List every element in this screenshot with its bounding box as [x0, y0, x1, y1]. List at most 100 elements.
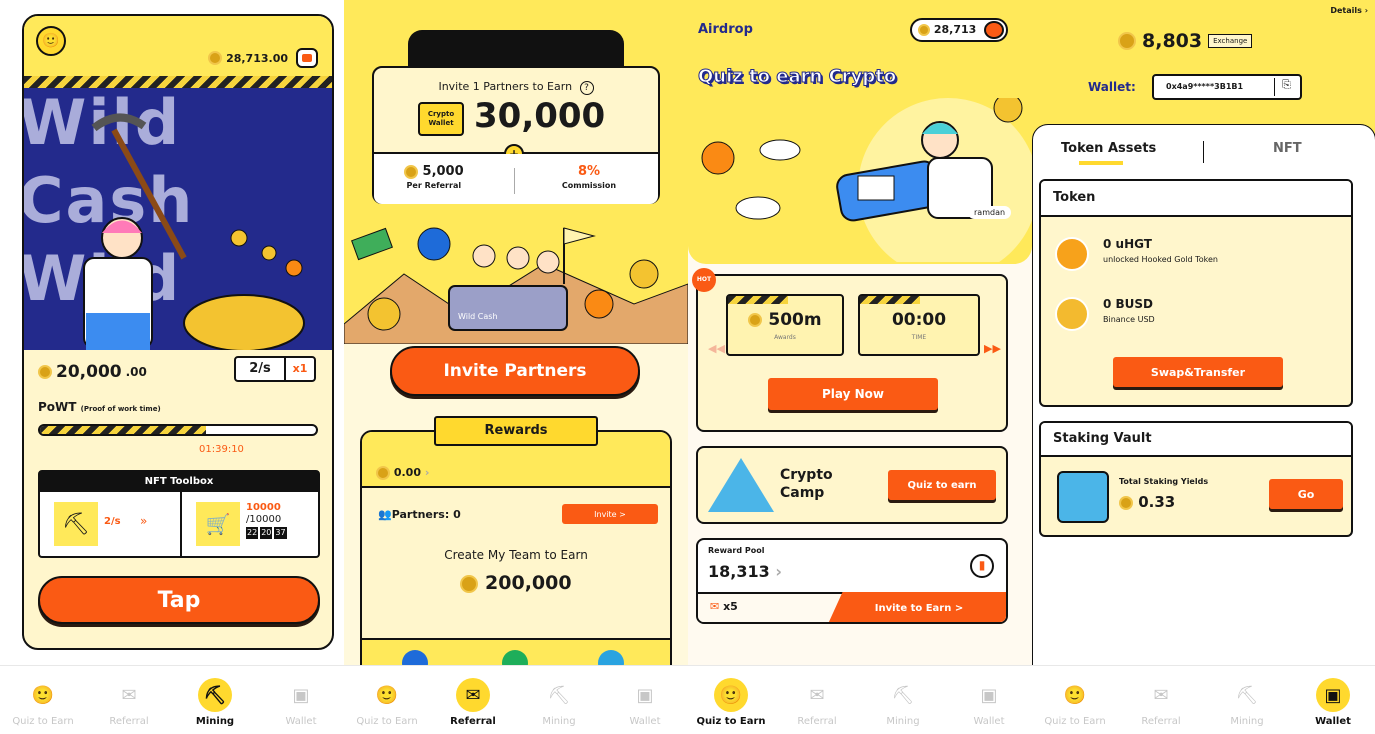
partners-illustration	[344, 227, 688, 344]
avatar[interactable]: 🙂	[36, 26, 66, 56]
invite-card: Invite 1 Partners to Earn ? Crypto Walle…	[372, 66, 660, 204]
nav-wallet-icon: ▣	[1316, 678, 1350, 712]
airdrop-label[interactable]: Airdrop	[698, 22, 753, 37]
per-referral: 5,000 Per Referral	[404, 164, 464, 190]
play-now-button[interactable]: Play Now	[768, 378, 938, 410]
nav-mining[interactable]: ⛏ Mining	[172, 666, 258, 734]
token-row[interactable]: 0 uHGT unlocked Hooked Gold Token	[1055, 233, 1335, 283]
time-box: 00:00 TIME	[858, 294, 980, 356]
nav-label: Quiz to Earn	[12, 716, 74, 727]
minecart-icon[interactable]: 🛒	[196, 502, 240, 546]
mining-hero: Wild Cash Wild	[24, 88, 332, 350]
powt-label: PoWT (Proof of work time)	[38, 400, 161, 414]
nav-label: Referral	[450, 716, 496, 727]
nav-wallet[interactable]: ▣ Wallet	[946, 666, 1032, 734]
nav-quiz-to-earn[interactable]: 🙂 Quiz to Earn	[0, 666, 86, 734]
arrow-right-icon: ▶▶	[984, 342, 1001, 355]
referral-screen: Invite 1 Partners to Earn ? Crypto Walle…	[344, 0, 688, 665]
invite-amount: 30,000	[474, 96, 606, 136]
nav-label: Wallet	[285, 716, 317, 727]
hot-badge: HOT	[692, 268, 716, 292]
swap-transfer-button[interactable]: Swap&Transfer	[1113, 357, 1283, 387]
nav-quiz-to-earn-icon: 🙂	[714, 678, 748, 712]
nav-label: Mining	[1230, 716, 1264, 727]
copy-icon[interactable]: ⎘	[1274, 78, 1298, 96]
powt-progress	[38, 424, 318, 436]
tent-icon	[708, 458, 774, 512]
bottom-navigation: 🙂 Quiz to Earn ✉ Referral ⛏ Mining ▣ Wallet 🙂 Qui…	[0, 665, 1375, 733]
nav-label: Wallet	[629, 716, 661, 727]
nav-label: Wallet	[1315, 716, 1351, 727]
tab-nft[interactable]: NFT	[1273, 141, 1302, 156]
coin-icon	[918, 24, 930, 36]
nav-label: Referral	[109, 716, 149, 727]
nav-wallet[interactable]: ▣ Wallet	[258, 666, 344, 734]
ticket-count: ✉ x5	[710, 600, 738, 613]
details-link[interactable]: Details ›	[1330, 6, 1368, 15]
nav-referral[interactable]: ✉ Referral	[86, 666, 172, 734]
tap-button[interactable]: Tap	[38, 576, 320, 624]
nav-mining[interactable]: ⛏ Mining	[516, 666, 602, 734]
powt-timer: 01:39:10	[199, 444, 244, 455]
invite-to-earn-button[interactable]: Invite to Earn >	[828, 592, 1006, 622]
staking-vault-card: Staking Vault Total Staking Yields 0.33 …	[1039, 421, 1353, 537]
crypto-wallet-badge: Crypto Wallet	[418, 102, 464, 136]
reward-pool-card: Reward Pool 18,313 › ▮ ✉ x5 Invite to Ea…	[696, 538, 1008, 624]
wallet-label: Wallet:	[1088, 80, 1136, 94]
token-icon	[1055, 237, 1089, 271]
nav-referral-icon: ✉	[809, 684, 825, 706]
awards-box: 500m Awards	[726, 294, 844, 356]
mining-screen: 🙂 28,713.00 Wild Cash Wild	[0, 0, 344, 665]
nav-mining-icon: ⛏	[198, 678, 232, 712]
nav-wallet[interactable]: ▣ Wallet	[1290, 666, 1375, 734]
nav-mining[interactable]: ⛏ Mining	[1204, 666, 1290, 734]
token-amount: 0 uHGT	[1103, 237, 1152, 251]
nav-quiz-to-earn[interactable]: 🙂 Quiz to Earn	[688, 666, 774, 734]
nav-quiz-to-earn[interactable]: 🙂 Quiz to Earn	[344, 666, 430, 734]
invite-small-button[interactable]: Invite >	[562, 504, 658, 524]
exchange-button[interactable]: Exchange	[1208, 34, 1253, 48]
wallet-icon[interactable]	[984, 21, 1005, 39]
yields-label: Total Staking Yields	[1119, 477, 1209, 486]
nav-label: Referral	[1141, 716, 1181, 727]
nft-toolbox: NFT Toolbox ⛏ 2/s » 🛒 10000 /10000 22 20…	[38, 470, 320, 558]
vault-icon	[1057, 471, 1109, 523]
envelope-icon: ✉	[710, 600, 720, 613]
quiz-to-earn-button[interactable]: Quiz to earn	[888, 470, 996, 500]
chart-icon[interactable]: ▮	[970, 554, 994, 578]
rewards-ribbon: Rewards	[434, 416, 598, 446]
coin-icon	[748, 313, 763, 327]
mining-card: 🙂 28,713.00 Wild Cash Wild	[22, 14, 334, 650]
wallet-icon[interactable]	[296, 48, 318, 68]
nav-mining[interactable]: ⛏ Mining	[860, 666, 946, 734]
powt-progress-fill	[40, 426, 206, 434]
nav-referral-icon: ✉	[1153, 684, 1169, 706]
nav-quiz-to-earn-icon: 🙂	[31, 684, 55, 706]
token-section-title: Token	[1041, 181, 1351, 217]
arrow-left-icon: ◀◀	[708, 342, 725, 355]
nav-label: Quiz to Earn	[356, 716, 418, 727]
token-row[interactable]: 0 BUSD Binance USD	[1055, 293, 1335, 343]
pool-value[interactable]: 18,313 ›	[708, 562, 782, 581]
nav-wallet-icon: ▣	[636, 684, 654, 706]
nav-label: Mining	[886, 716, 920, 727]
nav-referral[interactable]: ✉ Referral	[1118, 666, 1204, 734]
nav-quiz-to-earn[interactable]: 🙂 Quiz to Earn	[1032, 666, 1118, 734]
toolbox-title: NFT Toolbox	[40, 472, 318, 492]
nav-quiz-to-earn-icon: 🙂	[1063, 684, 1087, 706]
invite-partners-button[interactable]: Invite Partners	[390, 346, 640, 396]
rate-box: 2/s x1	[234, 356, 316, 382]
mining-balance: 20,000.00	[38, 362, 147, 382]
chevrons-icon: »	[140, 514, 148, 528]
pickaxe-icon[interactable]: ⛏	[54, 502, 98, 546]
nav-referral[interactable]: ✉ Referral	[774, 666, 860, 734]
help-icon[interactable]: ?	[579, 81, 594, 95]
tab-token-assets[interactable]: Token Assets	[1061, 141, 1156, 156]
nav-wallet[interactable]: ▣ Wallet	[602, 666, 688, 734]
nav-label: Mining	[542, 716, 576, 727]
go-button[interactable]: Go	[1269, 479, 1343, 509]
team-amount: 200,000	[362, 572, 670, 594]
users-icon: 👥	[378, 508, 392, 521]
nav-wallet-icon: ▣	[292, 684, 310, 706]
nav-referral[interactable]: ✉ Referral	[430, 666, 516, 734]
